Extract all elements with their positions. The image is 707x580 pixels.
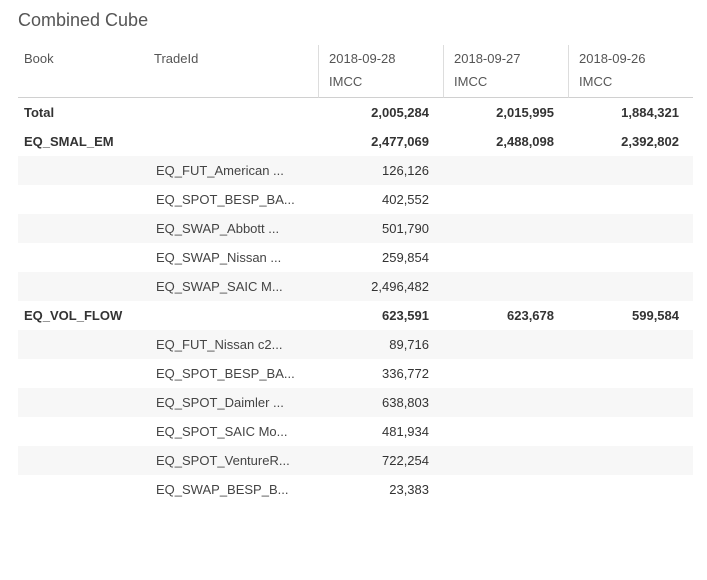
col-header-tradeid[interactable]: TradeId (148, 45, 318, 72)
g1-r1-book (18, 359, 148, 388)
g1-r5-v2 (568, 475, 693, 504)
g0-r1-book (18, 185, 148, 214)
col-subheader-measure-2[interactable]: IMCC (568, 72, 693, 98)
g0-r2-v2 (568, 214, 693, 243)
g0-r1-v2 (568, 185, 693, 214)
g0-r3-tradeid[interactable]: EQ_SWAP_Nissan ... (148, 243, 318, 272)
group-0-val-2: 2,392,802 (568, 127, 693, 156)
group-0-val-1: 2,488,098 (443, 127, 568, 156)
col-header-date-2[interactable]: 2018-09-26 (568, 45, 693, 72)
g1-r2-v0: 638,803 (318, 388, 443, 417)
g1-r3-book (18, 417, 148, 446)
g0-r2-tradeid[interactable]: EQ_SWAP_Abbott ... (148, 214, 318, 243)
g0-r4-v2 (568, 272, 693, 301)
group-1-val-0: 623,591 (318, 301, 443, 330)
total-label[interactable]: Total (18, 98, 148, 127)
g1-r3-v0: 481,934 (318, 417, 443, 446)
g1-r1-v1 (443, 359, 568, 388)
g0-r0-v1 (443, 156, 568, 185)
group-0-val-0: 2,477,069 (318, 127, 443, 156)
g0-r3-v2 (568, 243, 693, 272)
g1-r0-v1 (443, 330, 568, 359)
g1-r1-v2 (568, 359, 693, 388)
g1-r0-v2 (568, 330, 693, 359)
group-1-tradeid-empty (148, 301, 318, 330)
g1-r4-book (18, 446, 148, 475)
g1-r4-tradeid[interactable]: EQ_SPOT_VentureR... (148, 446, 318, 475)
g1-r2-tradeid[interactable]: EQ_SPOT_Daimler ... (148, 388, 318, 417)
total-val-1: 2,015,995 (443, 98, 568, 127)
g1-r4-v2 (568, 446, 693, 475)
g0-r0-v2 (568, 156, 693, 185)
col-subheader-blank-0 (18, 72, 148, 98)
col-subheader-measure-1[interactable]: IMCC (443, 72, 568, 98)
g1-r0-tradeid[interactable]: EQ_FUT_Nissan c2... (148, 330, 318, 359)
g1-r0-v0: 89,716 (318, 330, 443, 359)
g0-r3-v0: 259,854 (318, 243, 443, 272)
g1-r2-v1 (443, 388, 568, 417)
g1-r0-book (18, 330, 148, 359)
g1-r2-v2 (568, 388, 693, 417)
g0-r4-book (18, 272, 148, 301)
g0-r0-book (18, 156, 148, 185)
group-1-val-2: 599,584 (568, 301, 693, 330)
g1-r4-v1 (443, 446, 568, 475)
g0-r4-v0: 2,496,482 (318, 272, 443, 301)
g1-r3-tradeid[interactable]: EQ_SPOT_SAIC Mo... (148, 417, 318, 446)
g0-r2-v0: 501,790 (318, 214, 443, 243)
group-1-book[interactable]: EQ_VOL_FLOW (18, 301, 148, 330)
g0-r2-v1 (443, 214, 568, 243)
group-0-tradeid-empty (148, 127, 318, 156)
g1-r4-v0: 722,254 (318, 446, 443, 475)
total-val-2: 1,884,321 (568, 98, 693, 127)
g1-r1-tradeid[interactable]: EQ_SPOT_BESP_BA... (148, 359, 318, 388)
g0-r1-tradeid[interactable]: EQ_SPOT_BESP_BA... (148, 185, 318, 214)
g1-r3-v2 (568, 417, 693, 446)
col-subheader-measure-0[interactable]: IMCC (318, 72, 443, 98)
g1-r2-book (18, 388, 148, 417)
g0-r3-v1 (443, 243, 568, 272)
g1-r5-book (18, 475, 148, 504)
g1-r5-v1 (443, 475, 568, 504)
g0-r1-v1 (443, 185, 568, 214)
g0-r0-v0: 126,126 (318, 156, 443, 185)
col-header-book[interactable]: Book (18, 45, 148, 72)
total-val-0: 2,005,284 (318, 98, 443, 127)
group-0-book[interactable]: EQ_SMAL_EM (18, 127, 148, 156)
g1-r5-tradeid[interactable]: EQ_SWAP_BESP_B... (148, 475, 318, 504)
total-tradeid (148, 98, 318, 127)
g0-r4-tradeid[interactable]: EQ_SWAP_SAIC M... (148, 272, 318, 301)
group-1-val-1: 623,678 (443, 301, 568, 330)
g0-r1-v0: 402,552 (318, 185, 443, 214)
g0-r3-book (18, 243, 148, 272)
g0-r0-tradeid[interactable]: EQ_FUT_American ... (148, 156, 318, 185)
g0-r2-book (18, 214, 148, 243)
g1-r5-v0: 23,383 (318, 475, 443, 504)
col-header-date-1[interactable]: 2018-09-27 (443, 45, 568, 72)
g1-r3-v1 (443, 417, 568, 446)
col-header-date-0[interactable]: 2018-09-28 (318, 45, 443, 72)
page-title: Combined Cube (18, 10, 689, 31)
g0-r4-v1 (443, 272, 568, 301)
pivot-table: Book TradeId 2018-09-28 2018-09-27 2018-… (18, 45, 693, 504)
g1-r1-v0: 336,772 (318, 359, 443, 388)
col-subheader-blank-1 (148, 72, 318, 98)
